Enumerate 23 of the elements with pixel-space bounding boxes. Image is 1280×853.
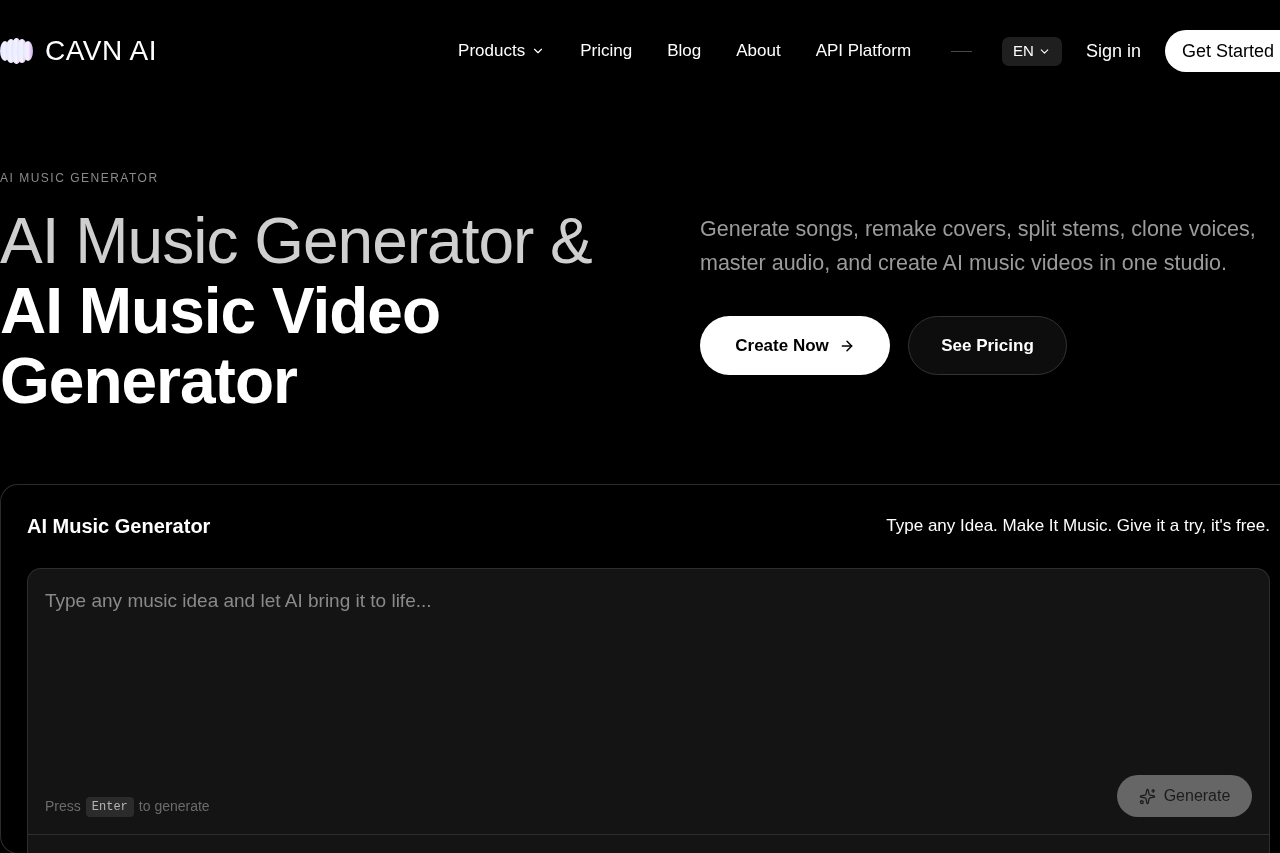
sign-in-link[interactable]: Sign in — [1085, 37, 1141, 65]
get-started-button[interactable]: Get Started — [1164, 30, 1280, 72]
nav-link[interactable]: About — [736, 38, 781, 64]
create-now-button[interactable]: Create Now — [700, 316, 890, 375]
nav-menu[interactable]: Products — [458, 38, 546, 64]
hero-heading: AI Music Generator & — [0, 206, 592, 276]
see-pricing-button[interactable]: See Pricing — [908, 316, 1067, 375]
generator-tagline: Type any Idea. Make It Music. Give it a try, it's free. — [886, 515, 1270, 538]
hint-text: to generate — [138, 797, 210, 816]
logo-icon — [0, 38, 33, 64]
eyebrow-label: AI MUSIC GENERATOR — [0, 170, 159, 186]
language-selector[interactable]: EN — [1002, 36, 1062, 66]
sparkles-icon — [1138, 787, 1156, 805]
brand-name: CAVN AI — [45, 34, 157, 68]
prompt-input[interactable]: Type any music idea and let AI bring it to life... — [27, 568, 1270, 775]
nav-link[interactable]: Pricing — [580, 38, 633, 64]
hero-heading: AI Music Video Generator — [0, 276, 442, 416]
nav-link[interactable]: API Platform — [815, 38, 912, 64]
generator-title: AI Music Generator — [27, 514, 211, 539]
keyboard-key: Enter — [85, 796, 134, 817]
hero-description: Generate songs, remake covers, split stems, clone voices, master audio, and create AI music videos in one studio. — [700, 216, 1257, 277]
hint-text: Press — [45, 797, 81, 816]
nav-link[interactable]: Blog — [667, 38, 702, 64]
